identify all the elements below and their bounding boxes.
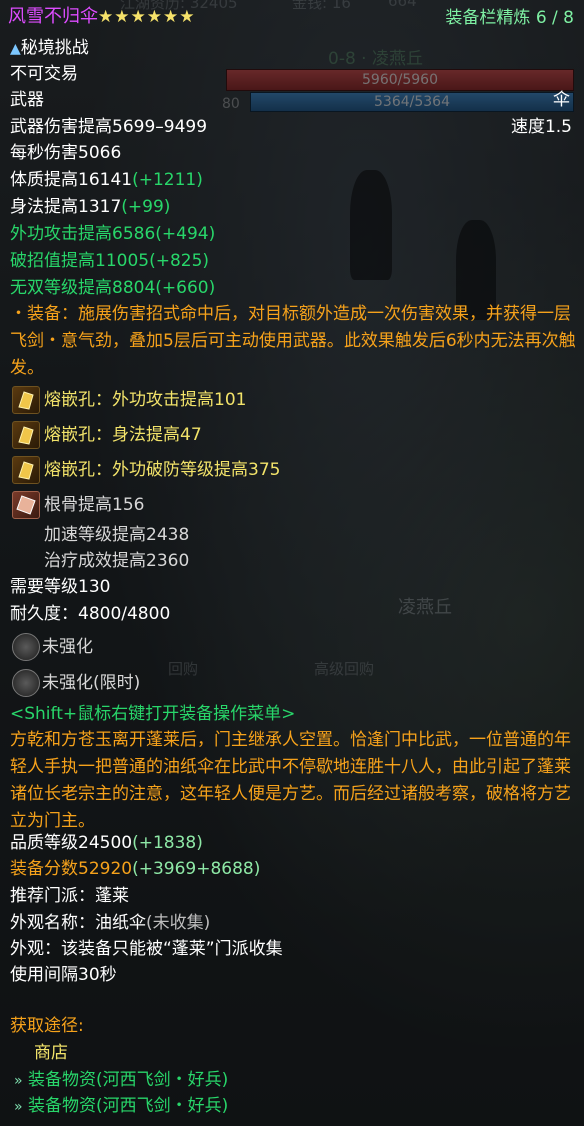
tower-icon: ▲: [10, 41, 21, 57]
appearance-note: 外观：该装备只能被“蓬莱”门派收集: [10, 939, 283, 959]
obtain-link-text[interactable]: 装备物资(河西飞剑・好兵): [28, 1070, 228, 1090]
enhance-status-limited: 未强化(限时): [42, 673, 141, 693]
stat-bonus: (+825): [149, 251, 210, 271]
equip-score: 装备分数52920(+3969+8688): [10, 856, 260, 882]
item-lore: 方乾和方苍玉离开蓬莱后，门主继承人空置。恰逢门中比武，一位普通的年轻人手执一把普…: [10, 730, 571, 831]
enhance-icon: [12, 633, 40, 661]
score-base: 装备分数52920: [10, 859, 133, 879]
required-level: 需要等级130: [10, 577, 111, 597]
stat-line: 体质提高16141(+1211): [10, 167, 203, 193]
obtain-link-text[interactable]: 装备物资(河西飞剑・好兵): [28, 1096, 228, 1116]
item-tooltip: 风雪不归伞★★★★★★ 装备栏精炼 6 / 8 ▲秘境挑战 不可交易 武器 伞 …: [0, 0, 584, 1126]
equip-effect: ・装备：施展伤害招式命中后，对目标额外造成一次伤害效果，并获得一层飞剑・意气劲，…: [10, 304, 576, 378]
gem-icon: [12, 456, 40, 484]
obtain-title: 获取途径:: [10, 1016, 84, 1036]
socket-line: 熔嵌孔：身法提高47: [44, 425, 202, 445]
use-cooldown: 使用间隔30秒: [10, 965, 117, 985]
score-bonus: (+3969+8688): [132, 859, 261, 879]
stat-base: 体质提高16141: [10, 170, 133, 190]
enhance-status: 未强化: [42, 637, 93, 657]
enchant-sub: 加速等级提高2438: [44, 525, 190, 545]
weapon-dps: 每秒伤害5066: [10, 143, 122, 163]
source-tag: ▲秘境挑战: [10, 35, 89, 62]
appearance-name-label: 外观名称：油纸伞: [10, 913, 146, 933]
source-tag-text: 秘境挑战: [20, 38, 89, 58]
enchant-icon: [12, 491, 40, 519]
enhance-icon: [12, 669, 40, 697]
obtain-link[interactable]: » 装备物资(河西飞剑・好兵): [14, 1093, 228, 1120]
stat-bonus: (+660): [155, 278, 216, 298]
stat-bonus: (+494): [155, 224, 216, 244]
star-rating: ★★★★★★: [98, 7, 196, 27]
socket-line: 熔嵌孔：外功破防等级提高375: [44, 460, 281, 480]
appearance-name: 外观名称：油纸伞(未收集): [10, 910, 210, 936]
stat-base: 身法提高1317: [10, 197, 122, 217]
equip-slot: 武器: [10, 90, 44, 110]
quality-base: 品质等级24500: [10, 833, 133, 853]
trade-status: 不可交易: [10, 64, 78, 84]
shift-hint: <Shift+鼠标右键打开装备操作菜单>: [10, 704, 296, 724]
stat-line: 外功攻击提高6586(+494): [10, 221, 215, 247]
gem-icon: [12, 421, 40, 449]
weapon-type: 伞: [553, 90, 570, 110]
stat-line: 身法提高1317(+99): [10, 194, 170, 220]
enchant-main: 根骨提高156: [44, 495, 145, 515]
chevron-right-icon: »: [14, 1099, 23, 1115]
item-name: 风雪不归伞: [8, 6, 98, 27]
stat-bonus: (+99): [121, 197, 171, 217]
obtain-link[interactable]: » 装备物资(河西飞剑・好兵): [14, 1067, 228, 1094]
durability: 耐久度：4800/4800: [10, 604, 171, 624]
weapon-damage: 武器伤害提高5699–9499: [10, 117, 208, 137]
stat-bonus: (+1211): [132, 170, 203, 190]
appearance-status: (未收集): [146, 913, 211, 933]
enchant-sub: 治疗成效提高2360: [44, 551, 190, 571]
refine-level: 装备栏精炼 6 / 8: [445, 8, 574, 28]
item-title: 风雪不归伞★★★★★★: [8, 2, 195, 32]
quality-level: 品质等级24500(+1838): [10, 830, 203, 856]
stat-base: 外功攻击提高6586: [10, 224, 156, 244]
stat-base: 无双等级提高8804: [10, 278, 156, 298]
weapon-speed: 速度1.5: [510, 117, 572, 137]
obtain-shop: 商店: [34, 1043, 68, 1063]
stat-base: 破招值提高11005: [10, 251, 150, 271]
stat-line: 无双等级提高8804(+660): [10, 275, 215, 301]
quality-bonus: (+1838): [132, 833, 203, 853]
recommended-school: 推荐门派：蓬莱: [10, 886, 129, 906]
stat-line: 破招值提高11005(+825): [10, 248, 209, 274]
gem-icon: [12, 386, 40, 414]
chevron-right-icon: »: [14, 1073, 23, 1089]
socket-line: 熔嵌孔：外功攻击提高101: [44, 390, 247, 410]
